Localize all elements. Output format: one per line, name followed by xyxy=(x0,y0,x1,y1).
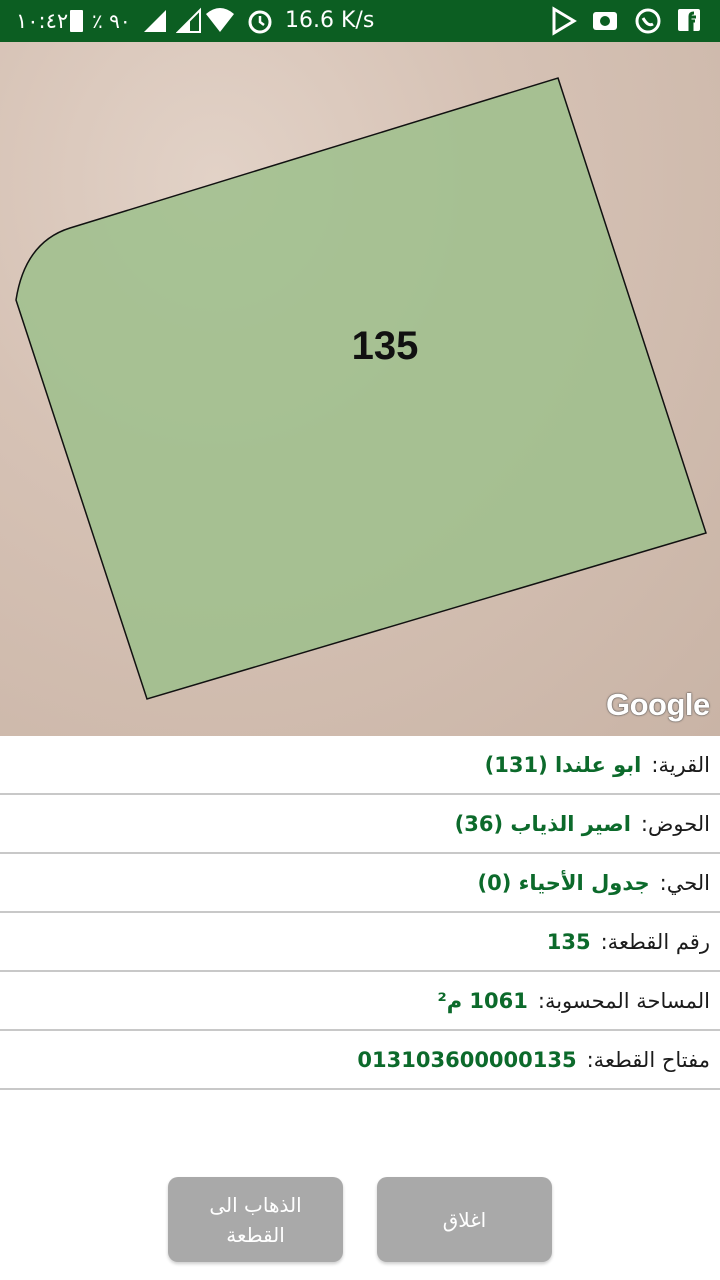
camera-icon xyxy=(591,0,619,42)
detail-label: القرية: xyxy=(651,752,710,777)
status-bar: ١٠:٤٢ ٪ ٩٠ 16.6 K/s xyxy=(0,0,720,42)
detail-value: 1061 م² xyxy=(437,988,528,1013)
detail-value: ابو علندا (131) xyxy=(484,752,642,777)
detail-value: 013103600000135 xyxy=(357,1047,577,1072)
play-store-icon xyxy=(550,0,578,42)
detail-village: القرية: ابو علندا (131) xyxy=(0,736,720,795)
alarm-icon xyxy=(246,0,274,42)
detail-label: مفتاح القطعة: xyxy=(586,1047,710,1072)
whatsapp-icon xyxy=(633,0,663,42)
wifi-icon xyxy=(204,0,236,42)
facebook-icon xyxy=(676,0,702,42)
detail-label: الحوض: xyxy=(640,811,710,836)
detail-parcel-number: رقم القطعة: 135 xyxy=(0,913,720,972)
google-logo: Google xyxy=(606,687,710,722)
detail-label: المساحة المحسوبة: xyxy=(537,988,710,1013)
parcel-polygon xyxy=(15,77,707,700)
go-to-parcel-button[interactable]: الذهاب الى القطعة xyxy=(168,1177,343,1262)
signal-icon xyxy=(142,0,168,42)
detail-parcel-key: مفتاح القطعة: 013103600000135 xyxy=(0,1031,720,1090)
map-view[interactable]: 135 Google xyxy=(0,42,720,736)
detail-value: جدول الأحياء (0) xyxy=(477,870,650,895)
detail-neighborhood: الحي: جدول الأحياء (0) xyxy=(0,854,720,913)
network-speed: 16.6 K/s xyxy=(285,8,375,33)
parcel-details: القرية: ابو علندا (131) الحوض: اصير الذي… xyxy=(0,736,720,1090)
detail-label: رقم القطعة: xyxy=(600,929,710,954)
signal-icon xyxy=(175,0,202,42)
detail-area: المساحة المحسوبة: 1061 م² xyxy=(0,972,720,1031)
detail-value: اصير الذياب (36) xyxy=(454,811,631,836)
close-button[interactable]: اغلاق xyxy=(377,1177,552,1262)
battery-icon xyxy=(70,10,83,32)
battery-level: ٪ ٩٠ xyxy=(92,9,131,33)
clock: ١٠:٤٢ xyxy=(16,9,69,33)
detail-value: 135 xyxy=(546,929,591,954)
detail-basin: الحوض: اصير الذياب (36) xyxy=(0,795,720,854)
detail-label: الحي: xyxy=(659,870,710,895)
parcel-number-label: 135 xyxy=(351,324,419,368)
